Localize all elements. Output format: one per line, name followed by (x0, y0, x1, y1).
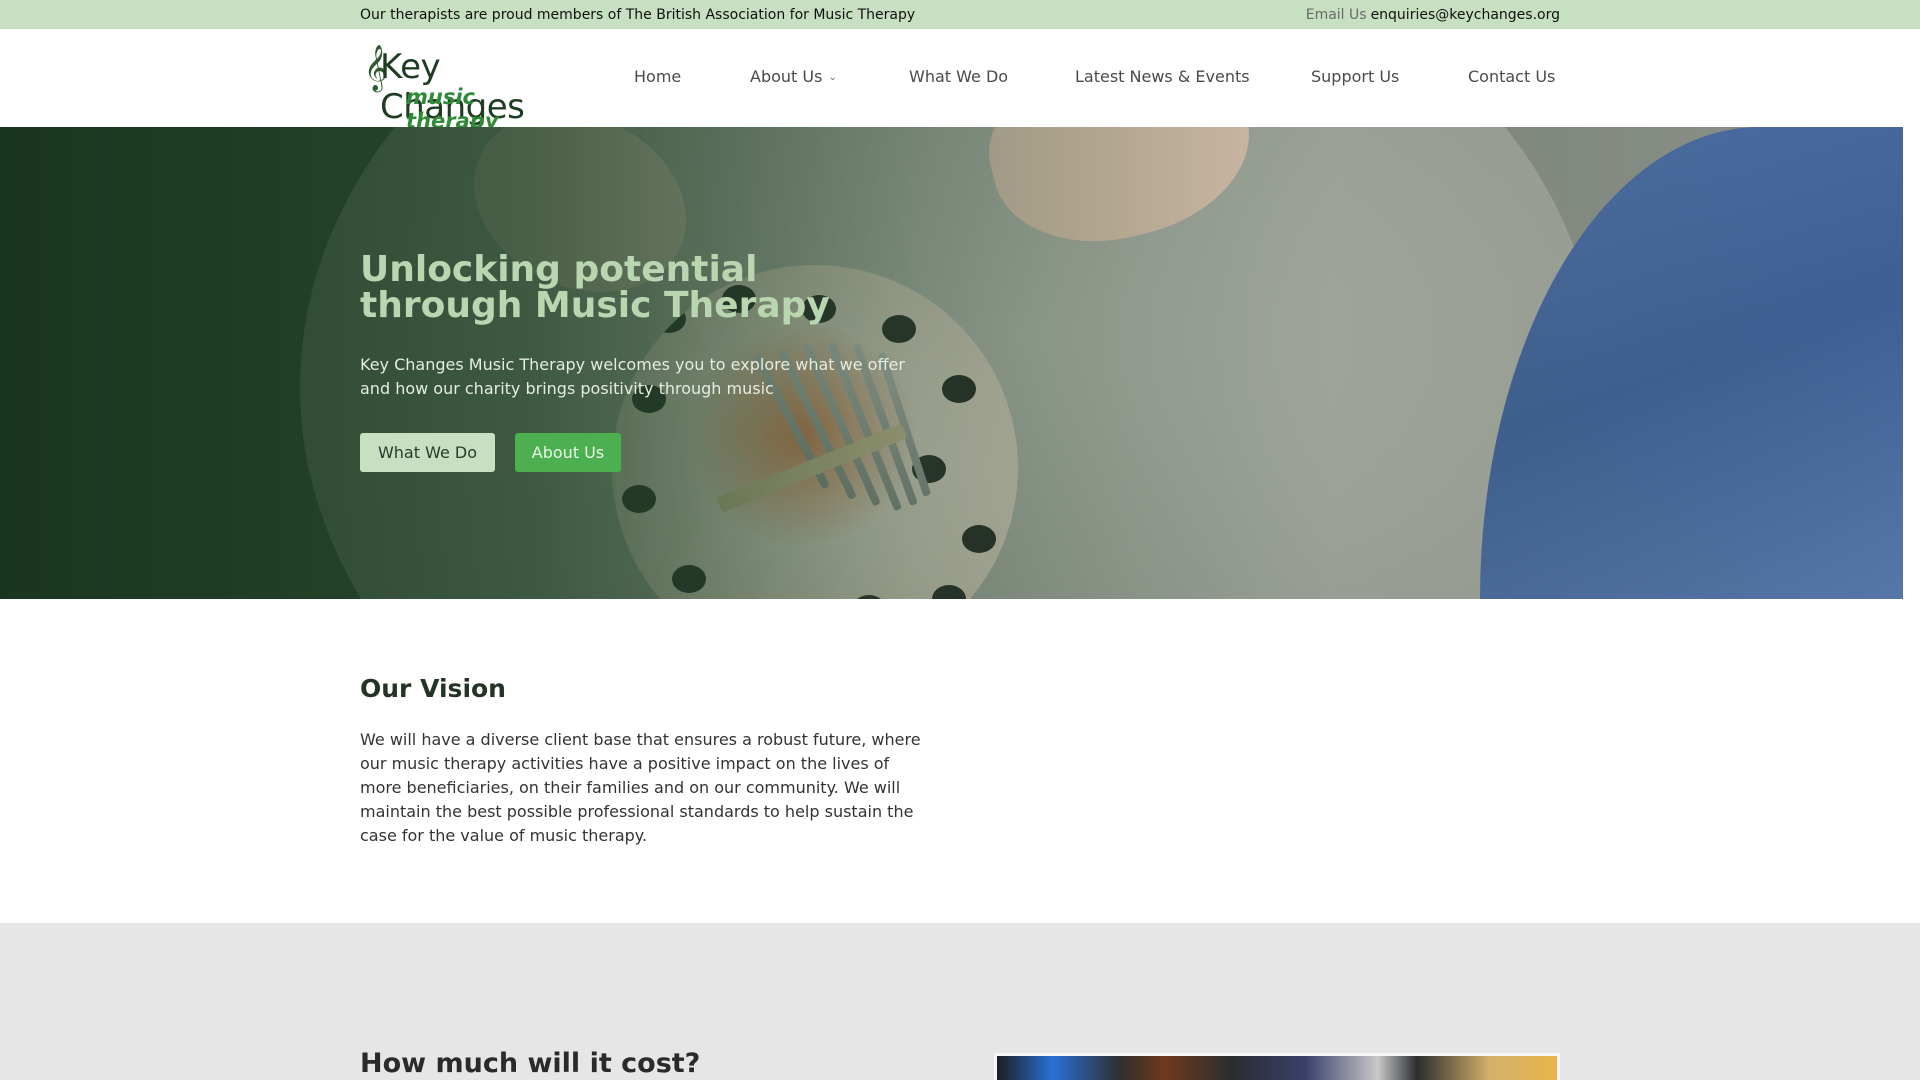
logo-tagline: music therapy (406, 85, 499, 133)
email-contact[interactable]: Email Us enquiries@keychanges.org (1306, 7, 1560, 23)
cost-section: How much will it cost? (0, 923, 1920, 1080)
site-header: 𝄞 Key Changes music therapy Home About U… (0, 29, 1920, 133)
nav-about-us[interactable]: About Us ⌄ (750, 67, 837, 86)
nav-about-us-label: About Us (750, 67, 823, 86)
about-us-button[interactable]: About Us (515, 433, 621, 472)
email-label: Email Us (1305, 7, 1367, 23)
nav-what-we-do[interactable]: What We Do (909, 67, 1008, 86)
site-logo[interactable]: 𝄞 Key Changes music therapy (364, 43, 574, 133)
hero-overlay (0, 127, 1903, 599)
hero-title: Unlocking potential through Music Therap… (360, 249, 830, 326)
nav-home[interactable]: Home (634, 67, 681, 86)
vision-title: Our Vision (360, 674, 506, 703)
vision-text: We will have a diverse client base that … (360, 730, 921, 845)
top-info-bar: Our therapists are proud members of The … (0, 0, 1920, 29)
nav-latest-news-events[interactable]: Latest News & Events (1075, 67, 1250, 86)
cost-title: How much will it cost? (360, 1048, 701, 1079)
session-photo (994, 1053, 1560, 1080)
hero-banner: Unlocking potential through Music Therap… (0, 127, 1903, 599)
hero-description: Key Changes Music Therapy welcomes you t… (360, 355, 905, 398)
email-link[interactable]: enquiries@keychanges.org (1371, 7, 1560, 23)
membership-message: Our therapists are proud members of The … (360, 7, 916, 23)
nav-contact-us[interactable]: Contact Us (1468, 67, 1555, 86)
chevron-down-icon: ⌄ (828, 72, 837, 83)
what-we-do-button[interactable]: What We Do (360, 433, 495, 472)
nav-support-us[interactable]: Support Us (1311, 67, 1399, 86)
